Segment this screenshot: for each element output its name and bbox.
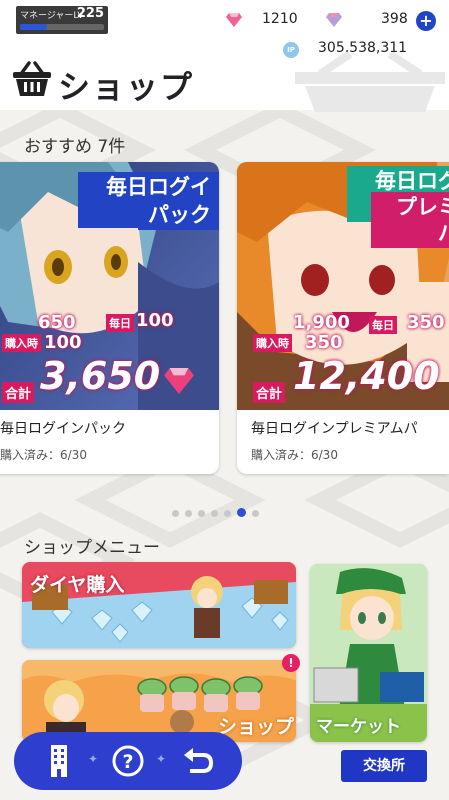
- back-icon[interactable]: [178, 741, 218, 781]
- shop-label: ショップ: [218, 716, 295, 738]
- manager-level-value: 225: [76, 6, 104, 21]
- add-gems-button[interactable]: +: [416, 11, 436, 31]
- diamond-purchase-label: ダイヤ購入: [30, 574, 125, 596]
- total-amount: 12,400: [293, 354, 440, 398]
- paid-gem-count: 1210: [262, 11, 298, 27]
- bottom-nav: ✦ ? ✦: [14, 732, 242, 790]
- manager-exp-fill: [20, 24, 47, 30]
- purchase-bonus: 100: [44, 332, 82, 353]
- card-banner-line3: パ: [427, 218, 449, 248]
- card-artwork: 毎日ログイ プレミア パ 購入時 1,900 350 毎日 350 合計 12,…: [237, 162, 449, 410]
- basket-watermark-icon: [295, 52, 445, 112]
- manager-level-label: マネージャーLV: [20, 11, 84, 21]
- free-gem-icon: [326, 13, 342, 27]
- shop-notification-badge: !: [282, 654, 300, 672]
- purchase-amount: 650: [38, 312, 76, 333]
- recommend-card-daily-login-premium[interactable]: 毎日ログイ プレミア パ 購入時 1,900 350 毎日 350 合計 12,…: [237, 162, 449, 474]
- carousel-pager[interactable]: [172, 502, 265, 521]
- card-purchase-status: 購入済み：6/30: [0, 448, 87, 462]
- pager-dot[interactable]: [211, 510, 218, 517]
- pager-dot[interactable]: [172, 510, 179, 517]
- card-name: 毎日ログインプレミアムパ: [251, 421, 418, 437]
- market-tile[interactable]: マーケット: [310, 564, 427, 742]
- nav-separator-icon: ✦: [156, 752, 167, 766]
- building-icon[interactable]: [40, 741, 80, 781]
- pager-dot[interactable]: [224, 510, 231, 517]
- daily-amount: 100: [136, 310, 174, 331]
- exchange-button[interactable]: 交換所: [341, 750, 427, 782]
- shop-basket-icon: [13, 61, 51, 96]
- daily-amount: 350: [407, 312, 445, 333]
- free-gem-count: 398: [381, 11, 408, 27]
- page-title: ショップ: [58, 68, 195, 106]
- card-purchase-status: 購入済み：6/30: [251, 448, 338, 462]
- pager-dot[interactable]: [252, 510, 259, 517]
- shop-menu-heading: ショップメニュー: [24, 538, 160, 558]
- recommend-heading: おすすめ 7件: [24, 137, 126, 157]
- gem-icon: [164, 368, 194, 394]
- shop-tile[interactable]: ショップ: [22, 660, 296, 742]
- manager-exp-bar: [20, 24, 104, 30]
- purchase-tag: 購入時: [2, 334, 41, 352]
- total-tag: 合計: [2, 382, 35, 403]
- diamond-purchase-tile[interactable]: ダイヤ購入: [22, 562, 296, 648]
- card-name: 毎日ログインパック: [0, 421, 126, 437]
- paid-gem-icon: [226, 13, 242, 27]
- purchase-tag: 購入時: [253, 334, 292, 352]
- recommend-card-daily-login[interactable]: 毎日ログイン パック 購入時 650 100 毎日 100 合計 3,650 毎…: [0, 162, 219, 474]
- manager-level-badge[interactable]: マネージャーLV 225: [16, 6, 108, 34]
- market-label: マーケット: [316, 717, 401, 737]
- purchase-amount: 1,900: [293, 312, 350, 333]
- total-amount: 3,650: [40, 354, 161, 398]
- daily-tag: 毎日: [106, 314, 134, 332]
- top-bar: マネージャーLV 225 1210 398 + IP 305,538,311 シ…: [0, 0, 449, 112]
- pager-dot[interactable]: [237, 508, 246, 517]
- purchase-bonus: 350: [305, 332, 343, 353]
- daily-tag: 毎日: [369, 316, 397, 334]
- pager-dot[interactable]: [185, 510, 192, 517]
- card-artwork: 毎日ログイン パック 購入時 650 100 毎日 100 合計 3,650: [0, 162, 219, 410]
- help-icon[interactable]: ?: [108, 741, 148, 781]
- pager-dot[interactable]: [198, 510, 205, 517]
- total-tag: 合計: [253, 382, 286, 403]
- card-banner-line2: パック: [138, 200, 219, 230]
- svg-text:?: ?: [122, 751, 133, 773]
- nav-separator-icon: ✦: [88, 752, 99, 766]
